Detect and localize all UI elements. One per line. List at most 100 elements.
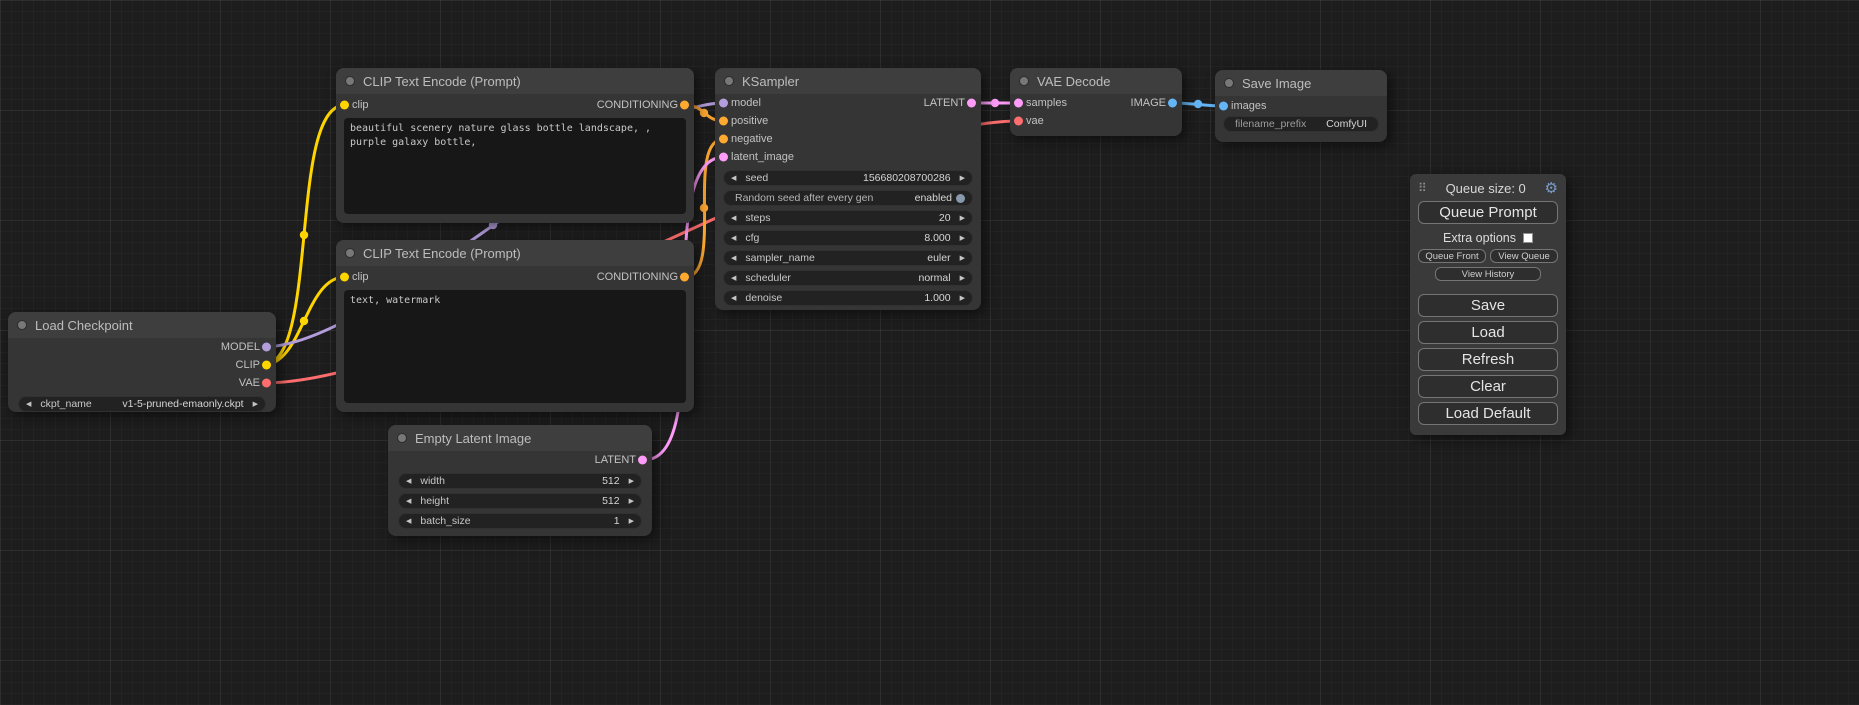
load-default-button[interactable]: Load Default (1418, 402, 1558, 425)
clear-button[interactable]: Clear (1418, 375, 1558, 398)
output-dot-latent[interactable] (967, 99, 976, 108)
link-midpoint-dot[interactable] (300, 317, 308, 325)
widget-seed[interactable]: ◀ seed 156680208700286 ▶ (723, 170, 973, 186)
increment-arrow-icon[interactable]: ▶ (960, 235, 965, 242)
output-dot-model[interactable] (262, 343, 271, 352)
input-dot-clip[interactable] (340, 273, 349, 282)
queue-front-button[interactable]: Queue Front (1418, 249, 1486, 263)
node-clip-text-encode-negative[interactable]: CLIP Text Encode (Prompt) clip CONDITION… (336, 240, 694, 412)
output-dot-vae[interactable] (262, 379, 271, 388)
widget-scheduler[interactable]: ◀ scheduler normal ▶ (723, 270, 973, 286)
positive-prompt-textarea[interactable]: beautiful scenery nature glass bottle la… (344, 118, 686, 214)
graph-canvas[interactable]: Load Checkpoint MODEL CLIP VAE ◀ ckpt_na… (0, 0, 1859, 705)
negative-prompt-textarea[interactable]: text, watermark (344, 290, 686, 403)
collapse-dot-icon[interactable] (397, 433, 407, 443)
widget-value: 1.000 (924, 292, 950, 304)
refresh-button[interactable]: Refresh (1418, 348, 1558, 371)
widget-filename-prefix[interactable]: filename_prefix ComfyUI (1223, 116, 1379, 132)
slot-label-latent: LATENT (595, 454, 636, 466)
collapse-dot-icon[interactable] (1019, 76, 1029, 86)
increment-arrow-icon[interactable]: ▶ (960, 175, 965, 182)
decrement-arrow-icon[interactable]: ◀ (406, 498, 411, 505)
widget-batch-size[interactable]: ◀ batch_size 1 ▶ (398, 513, 642, 529)
collapse-dot-icon[interactable] (1224, 78, 1234, 88)
node-clip-text-encode-positive[interactable]: CLIP Text Encode (Prompt) clip CONDITION… (336, 68, 694, 223)
drag-handle[interactable]: ⠿ (1418, 181, 1427, 195)
extra-options-checkbox[interactable] (1523, 233, 1533, 243)
increment-arrow-icon[interactable]: ▶ (629, 498, 634, 505)
collapse-dot-icon[interactable] (345, 76, 355, 86)
node-title-bar[interactable]: Empty Latent Image (388, 425, 652, 451)
node-ksampler[interactable]: KSampler model LATENT positive negative … (715, 68, 981, 310)
link-midpoint-dot[interactable] (700, 109, 708, 117)
widget-cfg[interactable]: ◀ cfg 8.000 ▶ (723, 230, 973, 246)
load-button[interactable]: Load (1418, 321, 1558, 344)
collapse-dot-icon[interactable] (345, 248, 355, 258)
widget-denoise[interactable]: ◀ denoise 1.000 ▶ (723, 290, 973, 306)
widget-ckpt-name[interactable]: ◀ ckpt_name v1-5-pruned-emaonly.ckpt ▶ (18, 396, 266, 412)
slot-row: clip CONDITIONING (336, 94, 694, 116)
decrement-arrow-icon[interactable]: ◀ (406, 478, 411, 485)
collapse-dot-icon[interactable] (17, 320, 27, 330)
input-dot-latent-image[interactable] (719, 153, 728, 162)
widget-sampler-name[interactable]: ◀ sampler_name euler ▶ (723, 250, 973, 266)
next-arrow-icon[interactable]: ▶ (960, 255, 965, 262)
input-dot-vae[interactable] (1014, 117, 1023, 126)
widget-width[interactable]: ◀ width 512 ▶ (398, 473, 642, 489)
next-arrow-icon[interactable]: ▶ (253, 401, 258, 408)
decrement-arrow-icon[interactable]: ◀ (731, 295, 736, 302)
widget-height[interactable]: ◀ height 512 ▶ (398, 493, 642, 509)
collapse-dot-icon[interactable] (724, 76, 734, 86)
node-title-bar[interactable]: VAE Decode (1010, 68, 1182, 94)
widget-label: sampler_name (745, 252, 814, 264)
prev-arrow-icon[interactable]: ◀ (731, 275, 736, 282)
prev-arrow-icon[interactable]: ◀ (26, 401, 31, 408)
toggle-on-indicator-icon[interactable] (956, 194, 965, 203)
slot-label-model: model (731, 97, 761, 109)
decrement-arrow-icon[interactable]: ◀ (731, 215, 736, 222)
node-empty-latent-image[interactable]: Empty Latent Image LATENT ◀ width 512 ▶ … (388, 425, 652, 536)
node-title-bar[interactable]: CLIP Text Encode (Prompt) (336, 240, 694, 266)
input-dot-negative[interactable] (719, 135, 728, 144)
link-midpoint-dot[interactable] (1194, 100, 1202, 108)
input-dot-samples[interactable] (1014, 99, 1023, 108)
output-dot-latent[interactable] (638, 456, 647, 465)
link-midpoint-dot[interactable] (300, 231, 308, 239)
queue-prompt-button[interactable]: Queue Prompt (1418, 201, 1558, 224)
node-title-bar[interactable]: CLIP Text Encode (Prompt) (336, 68, 694, 94)
output-dot-clip[interactable] (262, 361, 271, 370)
slot-label-clip: CLIP (236, 359, 260, 371)
increment-arrow-icon[interactable]: ▶ (960, 215, 965, 222)
settings-gear-icon[interactable]: ⚙ (1545, 181, 1558, 196)
view-queue-button[interactable]: View Queue (1490, 249, 1558, 263)
input-dot-positive[interactable] (719, 117, 728, 126)
decrement-arrow-icon[interactable]: ◀ (731, 175, 736, 182)
node-title-bar[interactable]: Load Checkpoint (8, 312, 276, 338)
output-slot-model: MODEL (8, 338, 276, 356)
widget-random-seed-toggle[interactable]: Random seed after every gen enabled (723, 190, 973, 206)
save-button[interactable]: Save (1418, 294, 1558, 317)
output-dot-conditioning[interactable] (680, 273, 689, 282)
node-load-checkpoint[interactable]: Load Checkpoint MODEL CLIP VAE ◀ ckpt_na… (8, 312, 276, 412)
link-midpoint-dot[interactable] (991, 99, 999, 107)
view-history-button[interactable]: View History (1435, 267, 1541, 281)
widget-steps[interactable]: ◀ steps 20 ▶ (723, 210, 973, 226)
input-dot-images[interactable] (1219, 102, 1228, 111)
decrement-arrow-icon[interactable]: ◀ (406, 518, 411, 525)
decrement-arrow-icon[interactable]: ◀ (731, 235, 736, 242)
node-title-bar[interactable]: Save Image (1215, 70, 1387, 96)
node-title-bar[interactable]: KSampler (715, 68, 981, 94)
link-midpoint-dot[interactable] (700, 204, 708, 212)
node-vae-decode[interactable]: VAE Decode samples IMAGE vae (1010, 68, 1182, 136)
output-dot-conditioning[interactable] (680, 101, 689, 110)
input-dot-model[interactable] (719, 99, 728, 108)
increment-arrow-icon[interactable]: ▶ (629, 478, 634, 485)
increment-arrow-icon[interactable]: ▶ (629, 518, 634, 525)
prev-arrow-icon[interactable]: ◀ (731, 255, 736, 262)
output-dot-image[interactable] (1168, 99, 1177, 108)
increment-arrow-icon[interactable]: ▶ (960, 295, 965, 302)
input-dot-clip[interactable] (340, 101, 349, 110)
node-save-image[interactable]: Save Image images filename_prefix ComfyU… (1215, 70, 1387, 142)
output-slot-clip: CLIP (8, 356, 276, 374)
next-arrow-icon[interactable]: ▶ (960, 275, 965, 282)
